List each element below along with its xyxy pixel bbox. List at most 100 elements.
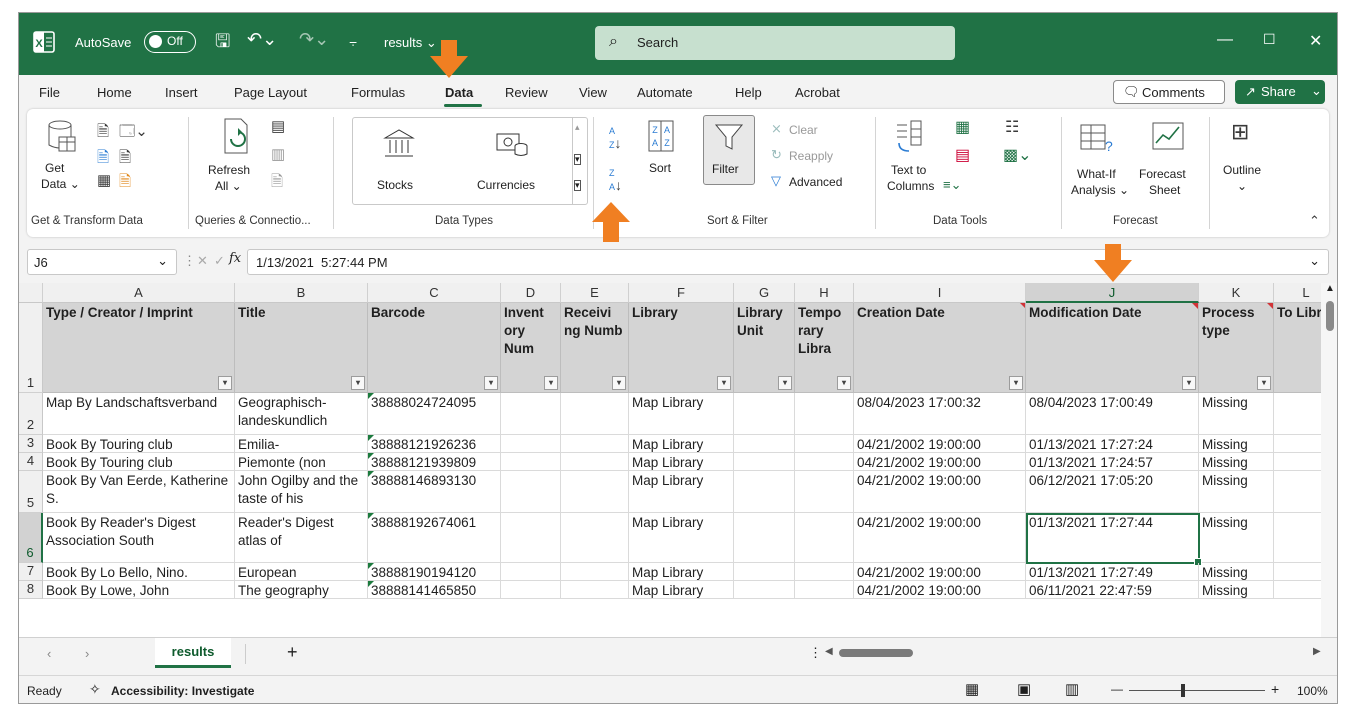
cell-c4[interactable]: 38888121939809 <box>368 453 501 471</box>
cell-f3[interactable]: Map Library <box>629 435 734 453</box>
cell-k8[interactable]: Missing <box>1199 581 1274 599</box>
cell-h7[interactable] <box>795 563 854 581</box>
filter-dropdown-icon[interactable]: ▾ <box>351 376 365 390</box>
tab-review[interactable]: Review <box>505 85 548 100</box>
cell-j3[interactable]: 01/13/2021 17:27:24 <box>1026 435 1199 453</box>
cell-f8[interactable]: Map Library <box>629 581 734 599</box>
what-if-analysis-icon[interactable]: ? <box>1079 121 1113 155</box>
from-text-icon[interactable]: 🗎 <box>97 121 109 146</box>
tab-splitter-icon[interactable]: ⋮ <box>809 645 822 661</box>
sheet-tab-results[interactable]: results <box>155 638 231 668</box>
consolidate-icon[interactable]: ☷ <box>1005 117 1019 137</box>
column-header-i[interactable]: I <box>854 283 1026 303</box>
page-break-view-icon[interactable]: ▥ <box>1065 680 1079 698</box>
cell-k4[interactable]: Missing <box>1199 453 1274 471</box>
tab-view[interactable]: View <box>579 85 607 100</box>
scroll-down-icon[interactable]: ▾ <box>574 154 581 165</box>
scroll-right-icon[interactable]: ▶ <box>1313 646 1321 657</box>
cell-h3[interactable] <box>795 435 854 453</box>
spreadsheet-grid[interactable]: A B C D E F G H I J K L 1 Type / Creator / Imprint ▾ Ti… <box>19 283 1337 637</box>
refresh-all-icon[interactable] <box>221 117 253 157</box>
cell-k2[interactable]: Missing <box>1199 393 1274 435</box>
stocks-icon[interactable] <box>383 128 415 158</box>
row-header[interactable]: 2 <box>19 393 43 435</box>
redo-icon[interactable]: ↷⌄ <box>299 29 329 50</box>
outline-icon[interactable]: ⊞ <box>1231 119 1249 145</box>
cell-j2[interactable]: 08/04/2023 17:00:49 <box>1026 393 1199 435</box>
sort-label[interactable]: Sort <box>649 161 671 175</box>
from-web-icon[interactable]: 🗔⌄ <box>119 121 148 146</box>
column-header-d[interactable]: D <box>501 283 561 303</box>
cell-e8[interactable] <box>561 581 629 599</box>
cell-g2[interactable] <box>734 393 795 435</box>
scroll-left-icon[interactable]: ◀ <box>825 646 833 657</box>
maximize-icon[interactable]: ☐ <box>1263 31 1276 48</box>
cell-h6[interactable] <box>795 513 854 563</box>
cell-d8[interactable] <box>501 581 561 599</box>
cell-d2[interactable] <box>501 393 561 435</box>
relationships-icon[interactable]: ▩⌄ <box>1003 145 1032 165</box>
scroll-thumb[interactable] <box>1326 301 1334 331</box>
cell-i2[interactable]: 08/04/2023 17:00:32 <box>854 393 1026 435</box>
sort-a-to-z-icon[interactable]: A Z↓ <box>609 123 622 151</box>
zoom-level[interactable]: 100% <box>1297 684 1328 698</box>
edit-links-icon[interactable]: 🗎 <box>271 171 283 196</box>
cell-d7[interactable] <box>501 563 561 581</box>
header-cell-c[interactable]: Barcode ▾ <box>368 303 501 393</box>
gallery-scroll[interactable]: ▴ ▾ ▾ <box>572 118 587 204</box>
accessibility-status[interactable]: Accessibility: Investigate <box>111 684 254 698</box>
cell-i3[interactable]: 04/21/2002 19:00:00 <box>854 435 1026 453</box>
cell-j5[interactable]: 06/12/2021 17:05:20 <box>1026 471 1199 513</box>
search-box[interactable]: ⌕ Search <box>595 26 955 60</box>
sort-icon[interactable]: ZA AZ <box>647 119 675 153</box>
from-table-icon[interactable]: 🗎 <box>97 147 109 172</box>
undo-icon[interactable]: ↶⌄ <box>247 29 277 50</box>
row-header[interactable]: 8 <box>19 581 43 599</box>
column-header-j[interactable]: J <box>1026 283 1199 303</box>
cell-g8[interactable] <box>734 581 795 599</box>
currencies-label[interactable]: Currencies <box>477 178 535 192</box>
cell-b4[interactable]: Piemonte (non <box>235 453 368 471</box>
cell-b3[interactable]: Emilia- <box>235 435 368 453</box>
accessibility-icon[interactable]: ✧ <box>89 681 101 698</box>
cell-b5[interactable]: John Ogilby and the taste of his <box>235 471 368 513</box>
column-header-b[interactable]: B <box>235 283 368 303</box>
cell-h8[interactable] <box>795 581 854 599</box>
cell-b7[interactable]: European <box>235 563 368 581</box>
forecast-sheet-icon[interactable] <box>1151 119 1185 153</box>
header-cell-i[interactable]: Creation Date ▾ <box>854 303 1026 393</box>
cell-f5[interactable]: Map Library <box>629 471 734 513</box>
scroll-up-icon[interactable]: ▲ <box>1325 283 1335 294</box>
cell-e7[interactable] <box>561 563 629 581</box>
cancel-icon[interactable]: ✕ <box>197 253 208 269</box>
column-header-f[interactable]: F <box>629 283 734 303</box>
filter-dropdown-icon[interactable]: ▾ <box>1257 376 1271 390</box>
tab-automate[interactable]: Automate <box>637 85 693 100</box>
cell-a8[interactable]: Book By Lowe, John <box>43 581 235 599</box>
row-header[interactable]: 1 <box>19 303 43 393</box>
cell-k3[interactable]: Missing <box>1199 435 1274 453</box>
cell-j8[interactable]: 06/11/2021 22:47:59 <box>1026 581 1199 599</box>
tab-formulas[interactable]: Formulas <box>351 85 405 100</box>
filter-dropdown-icon[interactable]: ▾ <box>717 376 731 390</box>
close-icon[interactable]: ✕ <box>1309 31 1322 51</box>
cell-h5[interactable] <box>795 471 854 513</box>
share-button[interactable]: ↗ Share ⌄ <box>1235 80 1325 104</box>
more-icon[interactable]: ▾ <box>574 180 581 191</box>
reapply-label[interactable]: Reapply <box>789 149 833 163</box>
cell-f6[interactable]: Map Library <box>629 513 734 563</box>
reapply-icon[interactable]: ↻ <box>771 147 782 163</box>
enter-icon[interactable]: ✓ <box>214 253 225 269</box>
cell-h4[interactable] <box>795 453 854 471</box>
next-sheet-icon[interactable]: › <box>85 646 89 661</box>
header-cell-h[interactable]: Tempo rary Libra ▾ <box>795 303 854 393</box>
remove-duplicates-icon[interactable]: ▤ <box>955 145 970 165</box>
header-cell-g[interactable]: Library Unit ▾ <box>734 303 795 393</box>
tab-page-layout[interactable]: Page Layout <box>234 85 307 100</box>
autosave-toggle[interactable]: Off <box>144 31 196 53</box>
filter-dropdown-icon[interactable]: ▾ <box>484 376 498 390</box>
header-cell-k[interactable]: Process type ▾ <box>1199 303 1274 393</box>
row-header[interactable]: 4 <box>19 453 43 471</box>
row-header[interactable]: 5 <box>19 471 43 513</box>
cell-g7[interactable] <box>734 563 795 581</box>
